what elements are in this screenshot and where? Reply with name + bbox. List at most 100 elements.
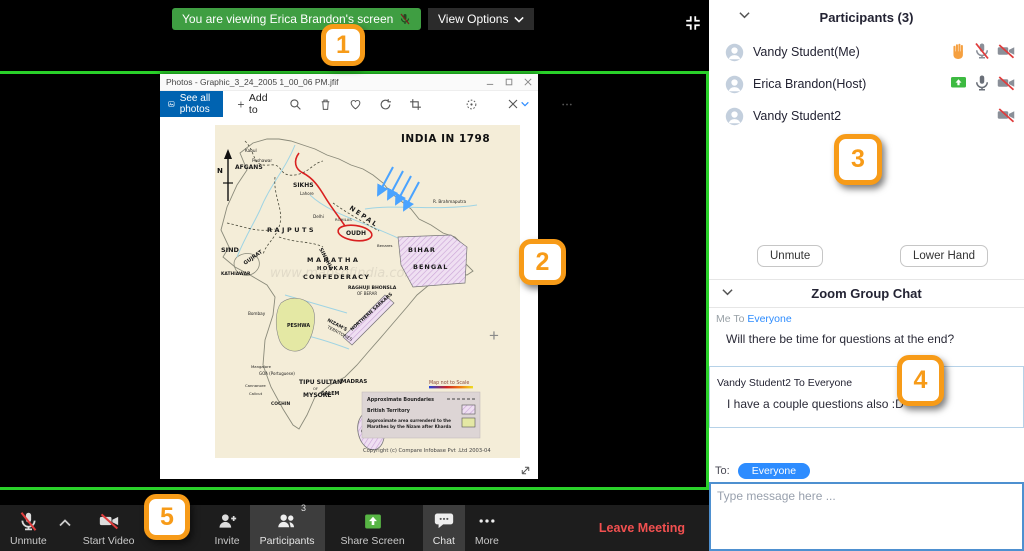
crop-icon[interactable]: [409, 98, 422, 111]
lower-hand-button[interactable]: Lower Hand: [899, 245, 988, 267]
maximize-icon[interactable]: [505, 78, 513, 86]
chat-message-text: Will there be time for questions at the …: [726, 332, 955, 346]
participant-row[interactable]: Vandy Student2: [709, 102, 1024, 130]
resize-diagonal-icon[interactable]: [519, 464, 532, 477]
annotation-badge-1: 1: [321, 24, 365, 66]
chat-recipient-row: To: Everyone: [715, 463, 811, 479]
meeting-toolbar: Unmute Start Video Invite 3 Participants…: [0, 503, 709, 551]
edit-icon[interactable]: [507, 98, 519, 110]
mic-muted-icon: [975, 42, 989, 60]
leave-meeting-label: Leave Meeting: [598, 521, 685, 535]
svg-text:OF: OF: [313, 387, 318, 391]
collapse-chevron-icon[interactable]: [739, 11, 750, 19]
view-options-button[interactable]: View Options: [428, 8, 535, 30]
favorite-icon[interactable]: [349, 98, 362, 111]
add-to-label: Add to: [248, 92, 268, 116]
bengal-territory: [397, 234, 468, 288]
india-map-image: www.mapsofindia.com N INDIA IN 1798 Kabu…: [215, 125, 520, 458]
svg-text:GOA (Portuguese): GOA (Portuguese): [259, 371, 295, 376]
more-toolbar-button[interactable]: More: [465, 505, 509, 551]
participants-toolbar-button[interactable]: 3 Participants: [249, 503, 325, 551]
chat-message-from: Me: [716, 313, 731, 325]
map-copyright: Copyright (c) Compare Infobase Pvt .Ltd …: [363, 448, 491, 454]
rotate-icon[interactable]: [379, 98, 392, 111]
chat-message: Me To Everyone Will there be time for qu…: [709, 313, 1024, 346]
leave-meeting-button[interactable]: Leave Meeting: [599, 505, 685, 551]
screen-share-icon: [951, 77, 966, 88]
participant-row[interactable]: Vandy Student(Me): [709, 38, 1024, 66]
chat-message-text: I have a couple questions also :D: [727, 397, 904, 411]
chat-message-connector: To: [733, 313, 745, 325]
photos-titlebar: Photos - Graphic_3_24_2005 1_00_06 PM.jf…: [160, 74, 538, 91]
chat-message-to[interactable]: Everyone: [747, 313, 791, 325]
svg-text:SIKHS: SIKHS: [293, 182, 314, 189]
chat-bubble-icon: [434, 513, 453, 529]
avatar: [725, 75, 744, 93]
map-scale-note: Map not to Scale: [429, 380, 469, 386]
mic-options-caret[interactable]: [57, 505, 73, 541]
delete-icon[interactable]: [319, 98, 332, 111]
unmute-toolbar-button[interactable]: Unmute: [0, 505, 57, 551]
chat-message-from[interactable]: Vandy Student2: [717, 377, 791, 389]
unmute-button[interactable]: Unmute: [757, 245, 824, 267]
svg-text:COCHIN: COCHIN: [271, 401, 290, 407]
svg-text:Approximate area surrenderd to: Approximate area surrenderd to the: [367, 418, 451, 423]
more-icon[interactable]: [560, 98, 574, 111]
see-all-photos-button[interactable]: See all photos: [160, 91, 224, 117]
chat-message-selected[interactable]: Vandy Student2 To Everyone I have a coup…: [709, 366, 1024, 428]
svg-text:CONFEDERACY: CONFEDERACY: [303, 273, 370, 281]
svg-text:Cannanore: Cannanore: [245, 383, 266, 388]
participants-count-badge: 3: [301, 503, 307, 513]
svg-text:MADRAS: MADRAS: [341, 379, 367, 385]
share-screen-icon: [364, 514, 381, 528]
chat-header: Zoom Group Chat: [709, 280, 1024, 306]
plus-icon: [238, 101, 244, 107]
zoom-meeting-window: You are viewing Erica Brandon's screen V…: [0, 0, 1024, 551]
mouse-cursor-plus: +: [489, 326, 499, 345]
start-video-toolbar-button[interactable]: Start Video: [73, 505, 145, 551]
svg-text:ROHILAS: ROHILAS: [335, 217, 352, 222]
chat-toolbar-button[interactable]: Chat: [422, 505, 465, 551]
participant-name: Vandy Student2: [753, 109, 842, 123]
participant-name: Vandy Student(Me): [753, 45, 860, 59]
add-to-button[interactable]: Add to: [237, 92, 271, 116]
participants-header: Participants (3): [709, 0, 1024, 34]
svg-text:BENGAL: BENGAL: [413, 263, 448, 271]
invite-label: Invite: [214, 535, 240, 547]
svg-text:Approximate Boundaries: Approximate Boundaries: [367, 397, 434, 403]
participant-row[interactable]: Erica Brandon(Host): [709, 70, 1024, 98]
close-icon[interactable]: [524, 78, 532, 86]
svg-text:OUDH: OUDH: [346, 230, 366, 237]
chat-input[interactable]: [709, 482, 1024, 551]
chat-message-to[interactable]: Everyone: [808, 377, 852, 389]
svg-text:BIHAR: BIHAR: [408, 246, 436, 254]
svg-text:Kabul: Kabul: [245, 148, 257, 153]
map-legend: Approximate Boundaries British Territory…: [361, 391, 481, 439]
svg-text:SIND: SIND: [221, 246, 240, 254]
chevron-down-icon[interactable]: [520, 101, 529, 107]
svg-text:PESHWA: PESHWA: [287, 323, 310, 329]
recipient-pill[interactable]: Everyone: [737, 463, 811, 479]
invite-icon: [219, 514, 237, 528]
photos-window-title: Photos - Graphic_3_24_2005 1_00_06 PM.jf…: [166, 77, 339, 87]
minimize-icon[interactable]: [486, 78, 494, 86]
invite-toolbar-button[interactable]: Invite: [205, 505, 250, 551]
participants-icon: [278, 514, 295, 528]
share-screen-label: Share Screen: [340, 535, 405, 547]
svg-text:SALEM: SALEM: [321, 391, 340, 397]
photos-app-window: Photos - Graphic_3_24_2005 1_00_06 PM.jf…: [160, 74, 572, 479]
chevron-down-icon: [514, 16, 525, 23]
enhance-icon[interactable]: [465, 98, 478, 111]
presenter-mic-muted-icon: [400, 13, 410, 25]
exit-fullscreen-icon[interactable]: [684, 14, 702, 32]
share-screen-toolbar-button[interactable]: Share Screen: [331, 505, 415, 551]
chat-label: Chat: [432, 535, 455, 547]
svg-text:HOLKAR: HOLKAR: [317, 266, 350, 272]
mic-muted-icon: [20, 511, 37, 531]
svg-text:Calicut: Calicut: [249, 391, 263, 396]
svg-text:British Territory: British Territory: [367, 408, 411, 414]
svg-text:Marathes by the Nizam after Kh: Marathes by the Nizam after Kharda: [367, 424, 451, 429]
zoom-icon[interactable]: [289, 98, 302, 111]
collapse-chevron-icon[interactable]: [722, 288, 733, 296]
video-muted-icon: [997, 44, 1015, 59]
